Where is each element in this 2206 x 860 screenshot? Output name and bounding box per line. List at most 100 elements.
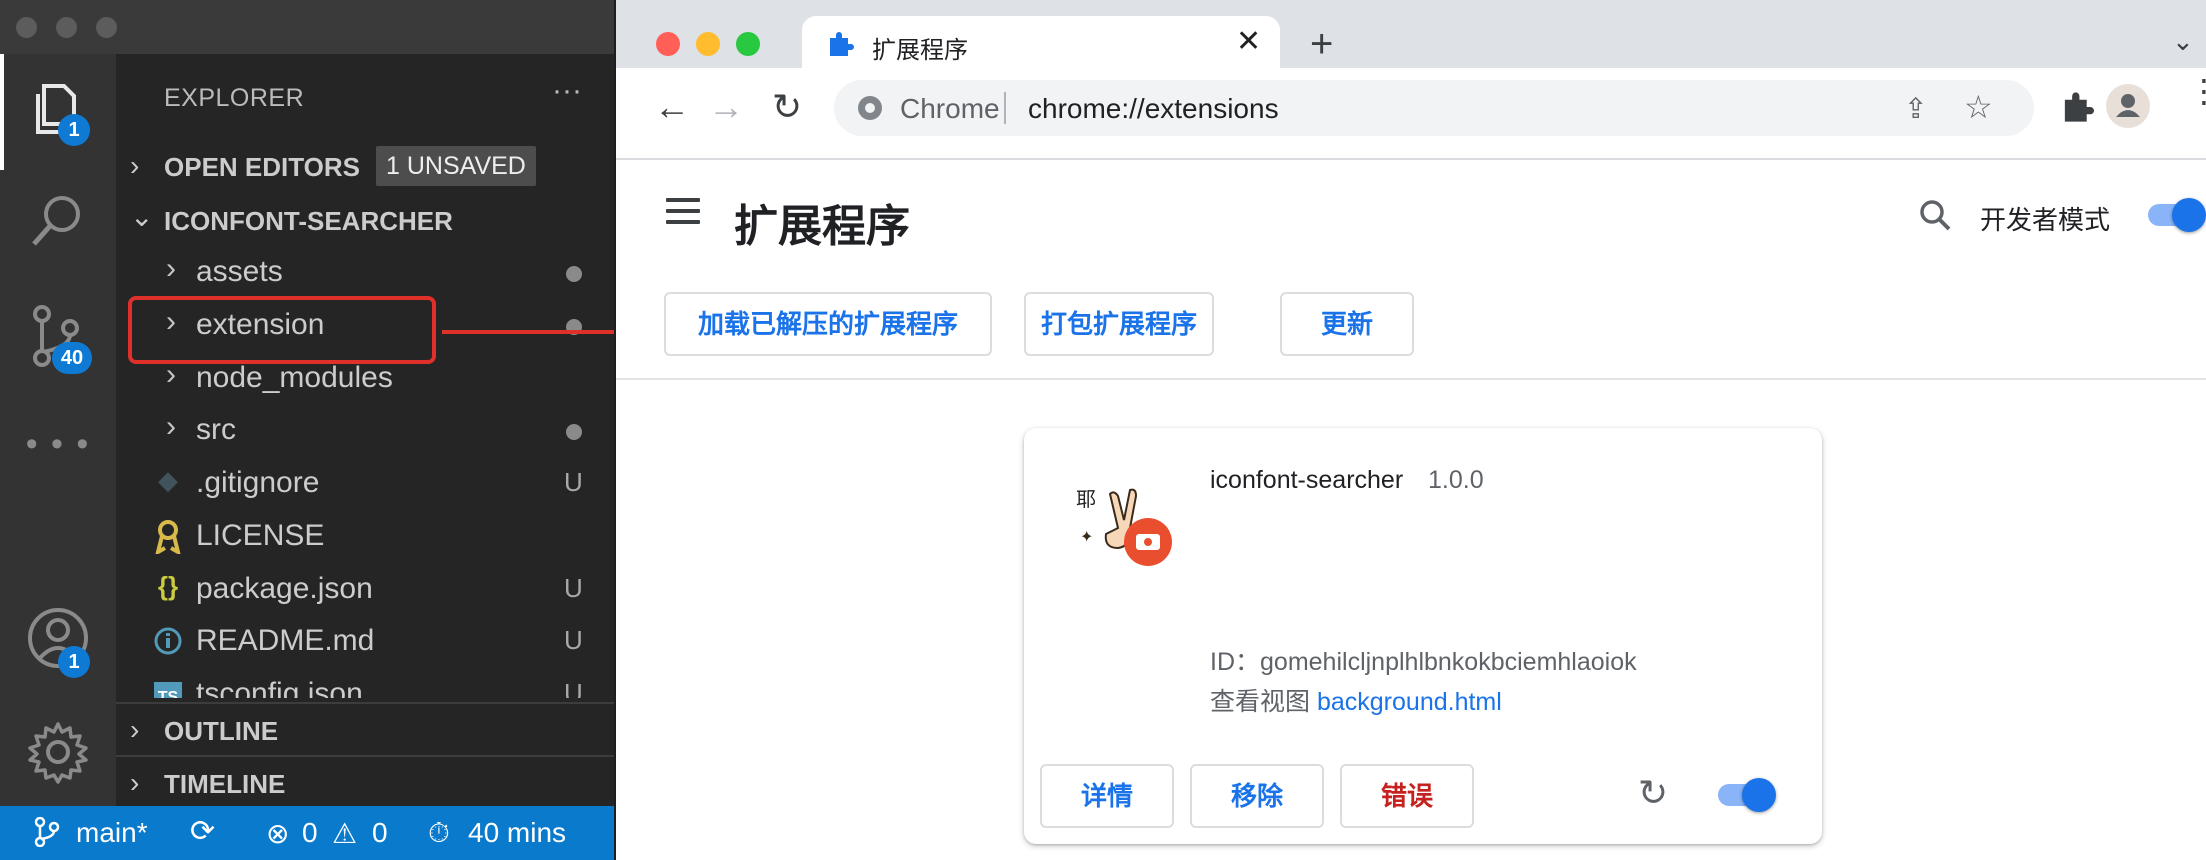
- profile-avatar[interactable]: [2106, 84, 2150, 128]
- extension-enable-toggle[interactable]: [1718, 778, 1776, 812]
- vscode-window: 1 40 • • • 1 EXPLORER ··· › OPEN EDITORS…: [0, 0, 614, 860]
- chrome-window: 扩展程序 ✕ + ⌄ ← → ↻ Chrome chrome://extensi…: [614, 0, 2206, 860]
- extension-id-row: ID：gomehilcljnplhlbnkokbciemhlaoiok: [1210, 642, 1637, 678]
- window-maximize-button[interactable]: [96, 17, 117, 38]
- window-minimize-button[interactable]: [696, 32, 720, 56]
- ts-icon: TS: [154, 682, 182, 698]
- tree-item-package-json[interactable]: {} package.json U: [116, 563, 614, 615]
- tab-title: 扩展程序: [872, 37, 968, 64]
- branch-label[interactable]: main*: [76, 817, 148, 849]
- chevron-right-icon: ›: [130, 767, 140, 798]
- untracked-status: U: [564, 625, 583, 655]
- tree-item-license[interactable]: LICENSE: [116, 510, 614, 562]
- pack-extension-button[interactable]: 打包扩展程序: [1024, 292, 1214, 356]
- window-maximize-button[interactable]: [736, 32, 760, 56]
- extension-views-row: 查看视图 background.html: [1210, 682, 1502, 718]
- hamburger-menu-icon[interactable]: [666, 198, 700, 231]
- dev-mode-toggle[interactable]: [2148, 198, 2206, 232]
- load-unpacked-button[interactable]: 加载已解压的扩展程序: [664, 292, 992, 356]
- accounts-icon[interactable]: 1: [24, 604, 92, 678]
- tree-item-label: README.md: [196, 624, 375, 657]
- chevron-right-icon: ›: [130, 150, 140, 181]
- untracked-status: U: [564, 573, 583, 603]
- gear-icon[interactable]: [24, 718, 92, 786]
- forward-arrow-icon[interactable]: →: [708, 86, 744, 128]
- branch-icon[interactable]: [34, 816, 60, 854]
- warning-count[interactable]: 0: [372, 817, 388, 849]
- status-bar: main* ⟳ ⊗ 0 ⚠ 0 ⏱ 40 mins: [0, 806, 614, 860]
- tree-item-assets[interactable]: › assets: [116, 246, 614, 298]
- git-icon: ◆: [158, 465, 178, 495]
- puzzle-icon: [826, 30, 854, 63]
- chrome-logo-icon: [856, 94, 884, 127]
- modified-dot: [566, 424, 582, 440]
- details-button[interactable]: 详情: [1040, 764, 1174, 828]
- dev-mode-label: 开发者模式: [1980, 205, 2111, 235]
- address-bar[interactable]: Chrome chrome://extensions ⇪ ☆: [834, 80, 2034, 136]
- tree-item-tsconfig[interactable]: TS tsconfig.json U: [116, 668, 614, 698]
- new-tab-button[interactable]: +: [1310, 22, 1333, 67]
- unsaved-badge: 1 UNSAVED: [376, 146, 536, 186]
- tree-item-label: .gitignore: [196, 466, 320, 499]
- sync-icon[interactable]: ⟳: [190, 814, 215, 849]
- open-editors-section[interactable]: › OPEN EDITORS 1 UNSAVED: [116, 140, 614, 192]
- outline-label: OUTLINE: [164, 716, 279, 746]
- chevron-right-icon: ›: [166, 252, 176, 285]
- bookmark-star-icon[interactable]: ☆: [1964, 88, 1993, 126]
- svg-text:✦: ✦: [1080, 529, 1093, 546]
- search-icon[interactable]: [24, 186, 92, 254]
- update-button[interactable]: 更新: [1280, 292, 1414, 356]
- reload-icon[interactable]: ↻: [1638, 772, 1668, 814]
- license-icon: [152, 518, 184, 557]
- tree-item-readme[interactable]: README.md U: [116, 615, 614, 667]
- errors-button[interactable]: 错误: [1340, 764, 1474, 828]
- extension-version: 1.0.0: [1428, 466, 1484, 494]
- outline-section[interactable]: › OUTLINE: [116, 702, 614, 756]
- more-views-icon[interactable]: • • •: [24, 424, 92, 492]
- chevron-right-icon: ›: [166, 410, 176, 443]
- source-control-badge: 40: [52, 342, 92, 374]
- explorer-badge: 1: [58, 114, 90, 146]
- extension-card: 耶 ✦ iconfont-searcher 1.0.0 ID：gomehilcl…: [1024, 428, 1822, 844]
- window-minimize-button[interactable]: [56, 17, 77, 38]
- extension-logo: 耶 ✦: [1070, 476, 1180, 576]
- tree-item-label: assets: [196, 255, 283, 288]
- accounts-badge: 1: [58, 646, 90, 678]
- omnibox-chrome-label: Chrome: [900, 93, 1000, 124]
- background-page-link[interactable]: background.html: [1317, 688, 1502, 716]
- more-actions-icon[interactable]: ···: [552, 74, 582, 108]
- activity-bar: 1 40 • • • 1: [0, 54, 116, 806]
- url-text[interactable]: chrome://extensions: [1028, 93, 1279, 125]
- timeline-section[interactable]: › TIMELINE: [116, 755, 614, 809]
- window-close-button[interactable]: [16, 17, 37, 38]
- error-count[interactable]: 0: [302, 817, 318, 849]
- tab-strip: 扩展程序 ✕ + ⌄: [616, 0, 2206, 70]
- workspace-section[interactable]: ⌄ ICONFONT-SEARCHER: [116, 194, 614, 246]
- share-icon[interactable]: ⇪: [1904, 92, 1927, 125]
- tree-item-label: tsconfig.json: [196, 677, 363, 698]
- files-icon[interactable]: 1: [24, 76, 92, 146]
- window-close-button[interactable]: [656, 32, 680, 56]
- explorer-sidebar: EXPLORER ··· › OPEN EDITORS 1 UNSAVED ⌄ …: [116, 54, 614, 806]
- history-icon[interactable]: ⏱: [428, 817, 450, 850]
- warning-icon[interactable]: ⚠: [332, 817, 357, 850]
- extensions-puzzle-icon[interactable]: [2060, 90, 2094, 129]
- tree-item-label: LICENSE: [196, 519, 325, 552]
- tree-item-src[interactable]: › src: [116, 404, 614, 456]
- timeline-time[interactable]: 40 mins: [468, 817, 566, 849]
- tree-item-gitignore[interactable]: ◆ .gitignore U: [116, 457, 614, 509]
- tab-search-chevron-icon[interactable]: ⌄: [2172, 26, 2194, 57]
- back-arrow-icon[interactable]: ←: [654, 86, 690, 128]
- error-icon[interactable]: ⊗: [266, 817, 289, 850]
- source-control-icon[interactable]: 40: [24, 302, 92, 374]
- remove-button[interactable]: 移除: [1190, 764, 1324, 828]
- close-icon[interactable]: ✕: [1236, 24, 1261, 59]
- json-icon: {}: [157, 571, 179, 601]
- extensions-header: 扩展程序 开发者模式 加载已解压的扩展程序 打包扩展程序 更新: [616, 160, 2206, 380]
- tab-extensions[interactable]: 扩展程序 ✕: [802, 16, 1280, 70]
- search-icon[interactable]: [1918, 198, 1952, 237]
- reload-icon[interactable]: ↻: [772, 86, 802, 128]
- chrome-menu-icon[interactable]: ⋮: [2188, 75, 2206, 107]
- extension-highlight-box: [128, 296, 436, 364]
- chevron-down-icon: ⌄: [130, 201, 154, 232]
